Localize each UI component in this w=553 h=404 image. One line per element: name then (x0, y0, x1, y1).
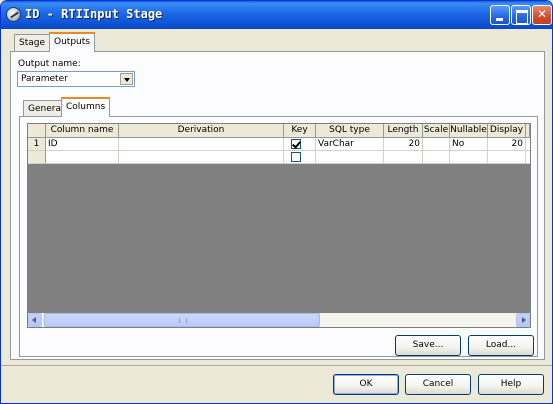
scroll-left-icon[interactable] (28, 313, 42, 327)
horizontal-scrollbar[interactable] (28, 313, 530, 327)
key-checkbox[interactable] (291, 139, 301, 149)
columns-grid[interactable]: Column name Derivation Key SQL type Leng… (27, 123, 531, 328)
footer-divider (1, 365, 552, 366)
maximize-button[interactable] (511, 5, 531, 25)
help-button[interactable]: Help (478, 374, 544, 395)
minimize-button[interactable] (490, 5, 510, 25)
ok-button-label: OK (359, 379, 373, 389)
tab-outputs-label: Outputs (54, 37, 90, 47)
chevron-down-icon[interactable] (120, 73, 133, 85)
cell-scale[interactable] (423, 151, 450, 164)
cell-derivation[interactable] (119, 138, 284, 151)
help-button-label: Help (500, 379, 522, 389)
scrollbar-thumb[interactable] (44, 313, 320, 327)
tab-general-label: General (28, 104, 64, 114)
tab-columns[interactable]: Columns (61, 97, 111, 117)
key-checkbox[interactable] (291, 152, 301, 162)
cell-column-name[interactable]: ID (46, 138, 119, 151)
cell-display[interactable] (488, 151, 526, 164)
ok-button[interactable]: OK (333, 374, 399, 395)
tab-stage-label: Stage (19, 38, 46, 48)
grid-header: Column name Derivation Key SQL type Leng… (28, 124, 530, 138)
col-header-sql-type[interactable]: SQL type (316, 124, 384, 138)
cell-scale[interactable] (423, 138, 450, 151)
cell-length[interactable]: 20 (384, 138, 423, 151)
window-title: ID - RTIInput Stage (25, 7, 163, 21)
cell-column-name[interactable] (46, 151, 119, 164)
row-header[interactable]: 1 (28, 138, 46, 151)
col-header-scale[interactable]: Scale (423, 124, 450, 138)
col-header-nullable[interactable]: Nullable (450, 124, 488, 138)
row-header[interactable] (28, 151, 46, 164)
save-button-label: Save... (412, 340, 444, 350)
tab-columns-label: Columns (66, 102, 106, 112)
col-header-overflow (526, 124, 530, 138)
tab-outputs[interactable]: Outputs (49, 32, 95, 52)
col-header-display[interactable]: Display (488, 124, 526, 138)
cell-nullable[interactable]: No (450, 138, 488, 151)
cell-sql-type[interactable] (316, 151, 384, 164)
cancel-button[interactable]: Cancel (405, 374, 471, 395)
table-row[interactable]: 1 ID VarChar 20 No 20 (28, 138, 530, 151)
cell-key[interactable] (284, 138, 316, 151)
output-name-select[interactable]: Parameter (17, 71, 135, 87)
save-button[interactable]: Save... (395, 335, 461, 356)
grid-corner[interactable] (28, 124, 46, 138)
cell-overflow (526, 138, 530, 151)
app-icon[interactable] (6, 7, 21, 22)
cell-derivation[interactable] (119, 151, 284, 164)
load-button-label: Load... (485, 340, 517, 350)
cancel-button-label: Cancel (422, 379, 454, 389)
dialog-window: ID - RTIInput Stage ✕ Stage Outputs Outp… (0, 0, 553, 404)
col-header-derivation[interactable]: Derivation (119, 124, 284, 138)
col-header-column-name[interactable]: Column name (46, 124, 119, 138)
tab-stage[interactable]: Stage (14, 34, 51, 52)
load-button[interactable]: Load... (468, 335, 534, 356)
col-header-key[interactable]: Key (284, 124, 316, 138)
cell-key[interactable] (284, 151, 316, 164)
output-name-label: Output name: (18, 59, 81, 69)
cell-display[interactable]: 20 (488, 138, 526, 151)
cell-nullable[interactable] (450, 151, 488, 164)
cell-overflow (526, 151, 530, 164)
output-name-value: Parameter (21, 74, 68, 84)
close-icon: ✕ (536, 7, 548, 21)
col-header-length[interactable]: Length (384, 124, 423, 138)
title-bar[interactable]: ID - RTIInput Stage ✕ (1, 1, 552, 29)
cell-length[interactable] (384, 151, 423, 164)
close-button[interactable]: ✕ (532, 5, 552, 25)
scroll-right-icon[interactable] (516, 313, 530, 327)
table-row[interactable] (28, 151, 530, 164)
cell-sql-type[interactable]: VarChar (316, 138, 384, 151)
